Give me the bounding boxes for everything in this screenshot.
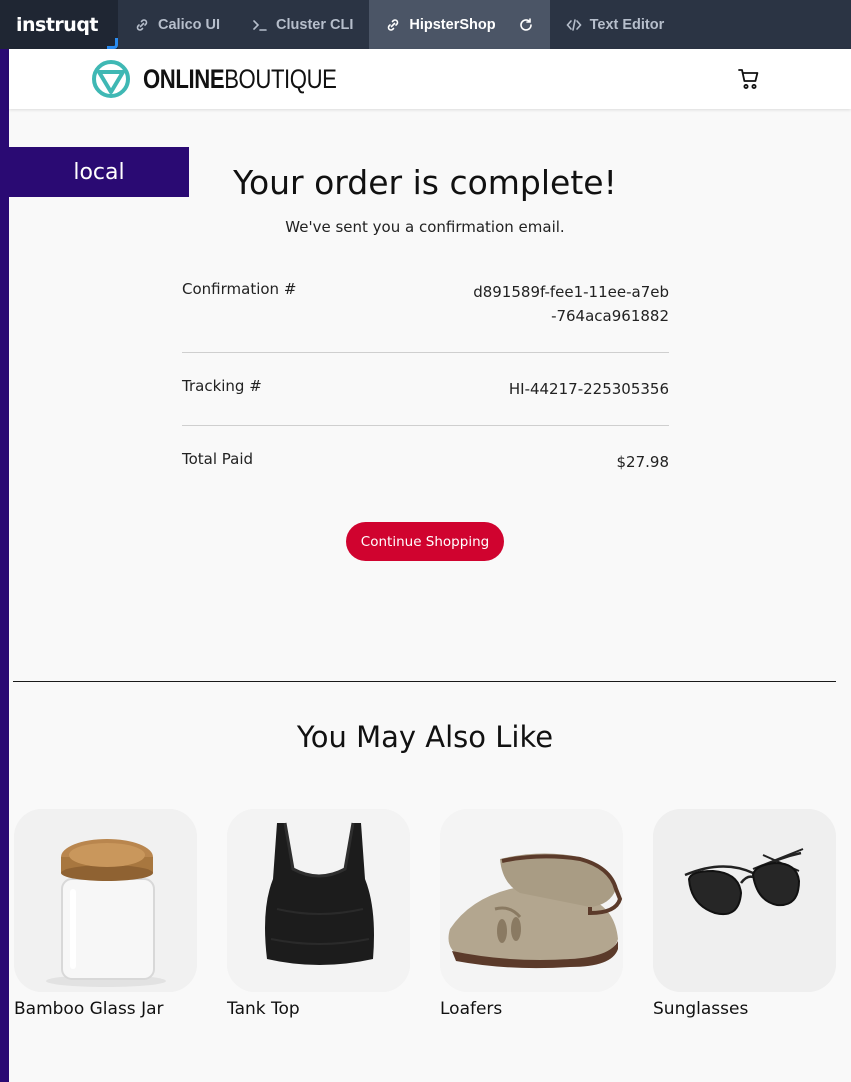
logo-text-strong: ONLINE: [143, 63, 225, 94]
top-tab-bar: instruqt Calico UI Cluster CLI HipsterSh…: [0, 0, 851, 49]
left-accent-stripe: [0, 49, 9, 1082]
tab-hipstershop[interactable]: HipsterShop: [369, 0, 550, 49]
page-title: Your order is complete!: [233, 163, 617, 202]
link-icon: [385, 17, 401, 33]
product-image-tank-top[interactable]: [227, 809, 410, 992]
page-subtitle: We've sent you a confirmation email.: [285, 218, 565, 236]
tracking-row: Tracking # HI-44217-225305356: [182, 353, 669, 426]
tab-label: Calico UI: [158, 16, 221, 33]
recommendations-title: You May Also Like: [296, 720, 554, 754]
product-image-loafers[interactable]: [440, 809, 623, 992]
product-name[interactable]: Loafers: [440, 999, 623, 1019]
tab-label: Cluster CLI: [276, 16, 354, 33]
cart-icon[interactable]: [737, 67, 761, 91]
tab-calico-ui[interactable]: Calico UI: [118, 0, 236, 49]
link-icon: [134, 17, 150, 33]
product-card[interactable]: Loafers: [440, 809, 623, 1019]
instruqt-logo: instruqt: [0, 0, 118, 49]
product-name[interactable]: Sunglasses: [653, 999, 836, 1019]
product-name[interactable]: Tank Top: [227, 999, 410, 1019]
tracking-label: Tracking #: [182, 377, 262, 395]
tab-text-editor[interactable]: Text Editor: [550, 0, 681, 49]
tracking-value: HI-44217-225305356: [508, 380, 669, 398]
reload-icon[interactable]: [518, 17, 534, 33]
brand-text: instruqt: [16, 13, 99, 36]
confirmation-label: Confirmation #: [182, 280, 297, 298]
section-divider: [13, 681, 836, 682]
site-header: ONLINEBOUTIQUE: [9, 49, 851, 109]
online-boutique-logo[interactable]: ONLINEBOUTIQUE: [91, 59, 379, 99]
order-summary: Confirmation # d891589f-fee1-11ee-a7eb-7…: [182, 270, 669, 476]
product-image-sunglasses[interactable]: [653, 809, 836, 992]
product-name[interactable]: Bamboo Glass Jar: [14, 999, 197, 1019]
total-paid-label: Total Paid: [182, 450, 254, 468]
total-paid-row: Total Paid $27.98: [182, 426, 669, 476]
product-card[interactable]: Tank Top: [227, 809, 410, 1019]
total-paid-value: $27.98: [616, 453, 670, 471]
terminal-icon: [252, 17, 268, 33]
product-image-bamboo-jar[interactable]: [14, 809, 197, 992]
product-card[interactable]: Sunglasses: [653, 809, 836, 1019]
confirmation-value: d891589f-fee1-11ee-a7eb-764aca961882: [473, 283, 669, 325]
boutique-logo-icon: [91, 59, 131, 99]
tab-cluster-cli[interactable]: Cluster CLI: [236, 0, 369, 49]
logo-text-light: BOUTIQUE: [224, 63, 337, 94]
tab-label: HipsterShop: [409, 16, 496, 33]
logo-text: ONLINEBOUTIQUE: [143, 64, 337, 95]
product-card[interactable]: Bamboo Glass Jar: [14, 809, 197, 1019]
continue-shopping-button[interactable]: Continue Shopping: [346, 522, 504, 561]
tab-label: Text Editor: [589, 16, 665, 33]
code-icon: [566, 17, 582, 33]
confirmation-row: Confirmation # d891589f-fee1-11ee-a7eb-7…: [182, 270, 669, 353]
